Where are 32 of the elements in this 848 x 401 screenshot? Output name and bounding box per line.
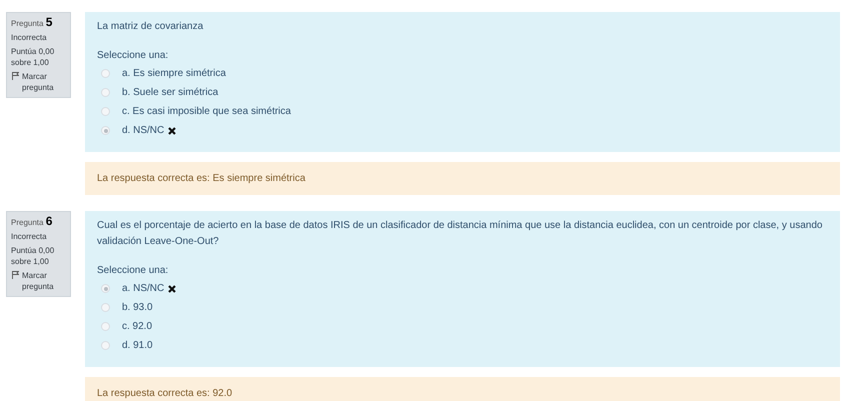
option-label: c. 92.0 (122, 320, 152, 334)
flag-question-button[interactable]: Marcar pregunta (11, 71, 66, 93)
flag-icon (12, 271, 19, 279)
question-status: Incorrecta (11, 32, 48, 43)
question-number: Pregunta 5 (11, 17, 54, 29)
question-score: Puntúa 0,00 sobre 1,00 (11, 245, 56, 267)
answer-prompt: Seleccione una: (97, 49, 170, 63)
question-score: Puntúa 0,00 sobre 1,00 (11, 46, 56, 68)
correct-answer-text: La respuesta correcta es: Es siempre simétrica (97, 172, 306, 186)
option-label: b. Suele ser simétrica (122, 86, 218, 100)
question-text: La matriz de covarianza (97, 20, 204, 34)
question-status: Incorrecta (11, 231, 48, 242)
question-number: Pregunta 6 (11, 216, 54, 228)
question-text: Cual es el porcentaje de acierto en la base de datos IRIS de un clasificador de distancia mínima que use la distancia euclidea, con un centroide por clase, y usando validación Leave-One-Out? (97, 219, 824, 249)
radio-button[interactable] (101, 88, 110, 97)
radio-button[interactable] (101, 303, 110, 312)
option-label: a. Es siempre simétrica (122, 66, 226, 80)
radio-button[interactable] (101, 69, 110, 78)
radio-button[interactable] (101, 341, 110, 350)
radio-button[interactable] (101, 107, 110, 116)
answer-prompt: Seleccione una: (97, 264, 170, 278)
flag-question-button[interactable]: Marcar pregunta (11, 270, 66, 292)
option-label: a. NS/NC (122, 282, 164, 296)
option-label: d. 91.0 (122, 338, 153, 352)
option-label: c. Es casi imposible que sea simétrica (122, 104, 291, 118)
option-label: d. NS/NC (122, 124, 164, 138)
flag-icon (12, 72, 19, 80)
option-label: b. 93.0 (122, 300, 153, 314)
radio-button[interactable] (101, 284, 110, 293)
radio-button[interactable] (101, 322, 110, 331)
correct-answer-text: La respuesta correcta es: 92.0 (97, 387, 234, 401)
radio-button[interactable] (101, 126, 110, 135)
